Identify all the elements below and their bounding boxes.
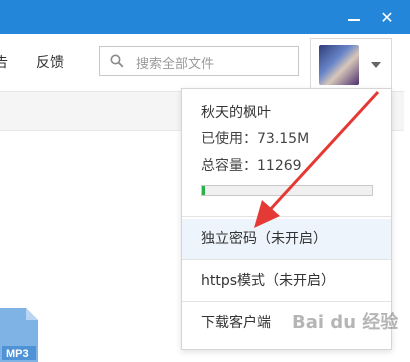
watermark: Bai du 经验 <box>292 312 399 333</box>
